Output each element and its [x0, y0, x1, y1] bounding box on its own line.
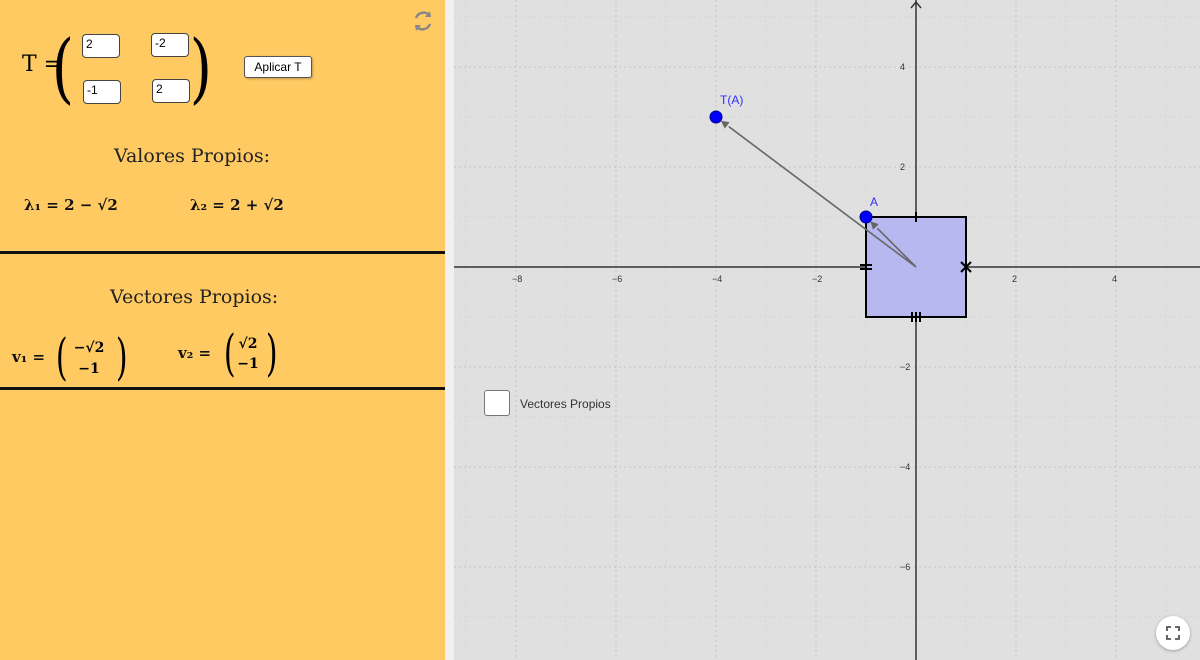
- point-a: [859, 210, 873, 224]
- algebra-panel: T = ( ) 2 -2 -1 2 Aplicar T Valores Prop…: [0, 0, 445, 660]
- eigenvectors-checkbox-label: Vectores Propios: [520, 397, 611, 411]
- fullscreen-icon: [1166, 626, 1180, 640]
- x-tick-label: 2: [1012, 274, 1017, 284]
- eigenvectors-heading: Vectores Propios:: [110, 286, 279, 308]
- lambda1-value: λ₁ = 2 − √2: [24, 196, 118, 214]
- fullscreen-button[interactable]: [1156, 616, 1190, 650]
- y-tick-label: 4: [900, 62, 905, 72]
- matrix-left-paren: (: [51, 23, 74, 112]
- eigenvectors-checkbox[interactable]: [484, 390, 510, 416]
- section-divider-1: [0, 251, 445, 254]
- matrix-entry-22[interactable]: 2: [152, 79, 190, 103]
- x-tick-label: −2: [812, 274, 822, 284]
- y-tick-label: −4: [900, 462, 910, 472]
- matrix-entry-11[interactable]: 2: [82, 34, 120, 58]
- grid-lines: [454, 0, 1200, 660]
- graphics-view[interactable]: −8−6−4−202442−2−4−6 A T(A): [454, 0, 1200, 660]
- v2-top-entry: √2: [238, 336, 258, 352]
- coordinate-plane[interactable]: −8−6−4−202442−2−4−6 A T(A): [454, 0, 1200, 660]
- x-tick-label: −8: [512, 274, 522, 284]
- x-tick-label: −4: [712, 274, 722, 284]
- v1-right-paren: ): [115, 328, 128, 386]
- vector-ta-head: [720, 120, 730, 129]
- vector-ta: [728, 125, 917, 268]
- panel-divider[interactable]: [445, 0, 454, 660]
- eigenvalues-heading: Valores Propios:: [114, 145, 271, 167]
- y-tick-label: −6: [900, 562, 910, 572]
- section-divider-2: [0, 387, 445, 390]
- refresh-icon[interactable]: [410, 8, 436, 34]
- v2-right-paren: ): [265, 324, 278, 382]
- y-tick-label: −2: [900, 362, 910, 372]
- v1-top-entry: −√2: [73, 340, 105, 356]
- lambda2-value: λ₂ = 2 + √2: [190, 196, 284, 214]
- apply-t-button[interactable]: Aplicar T: [244, 56, 312, 78]
- x-tick-label: 4: [1112, 274, 1117, 284]
- point-ta: [709, 110, 723, 124]
- v2-bottom-entry: −1: [237, 356, 259, 372]
- matrix-right-paren: ): [189, 23, 212, 112]
- v1-bottom-entry: −1: [78, 361, 100, 377]
- y-tick-label: 2: [900, 162, 905, 172]
- matrix-entry-12[interactable]: -2: [151, 33, 189, 57]
- matrix-entry-21[interactable]: -1: [83, 80, 121, 104]
- v2-label: v₂ =: [178, 344, 212, 362]
- point-a-label: A: [870, 195, 878, 209]
- x-tick-label: −6: [612, 274, 622, 284]
- point-ta-label: T(A): [720, 93, 743, 107]
- v1-label: v₁ =: [12, 348, 46, 366]
